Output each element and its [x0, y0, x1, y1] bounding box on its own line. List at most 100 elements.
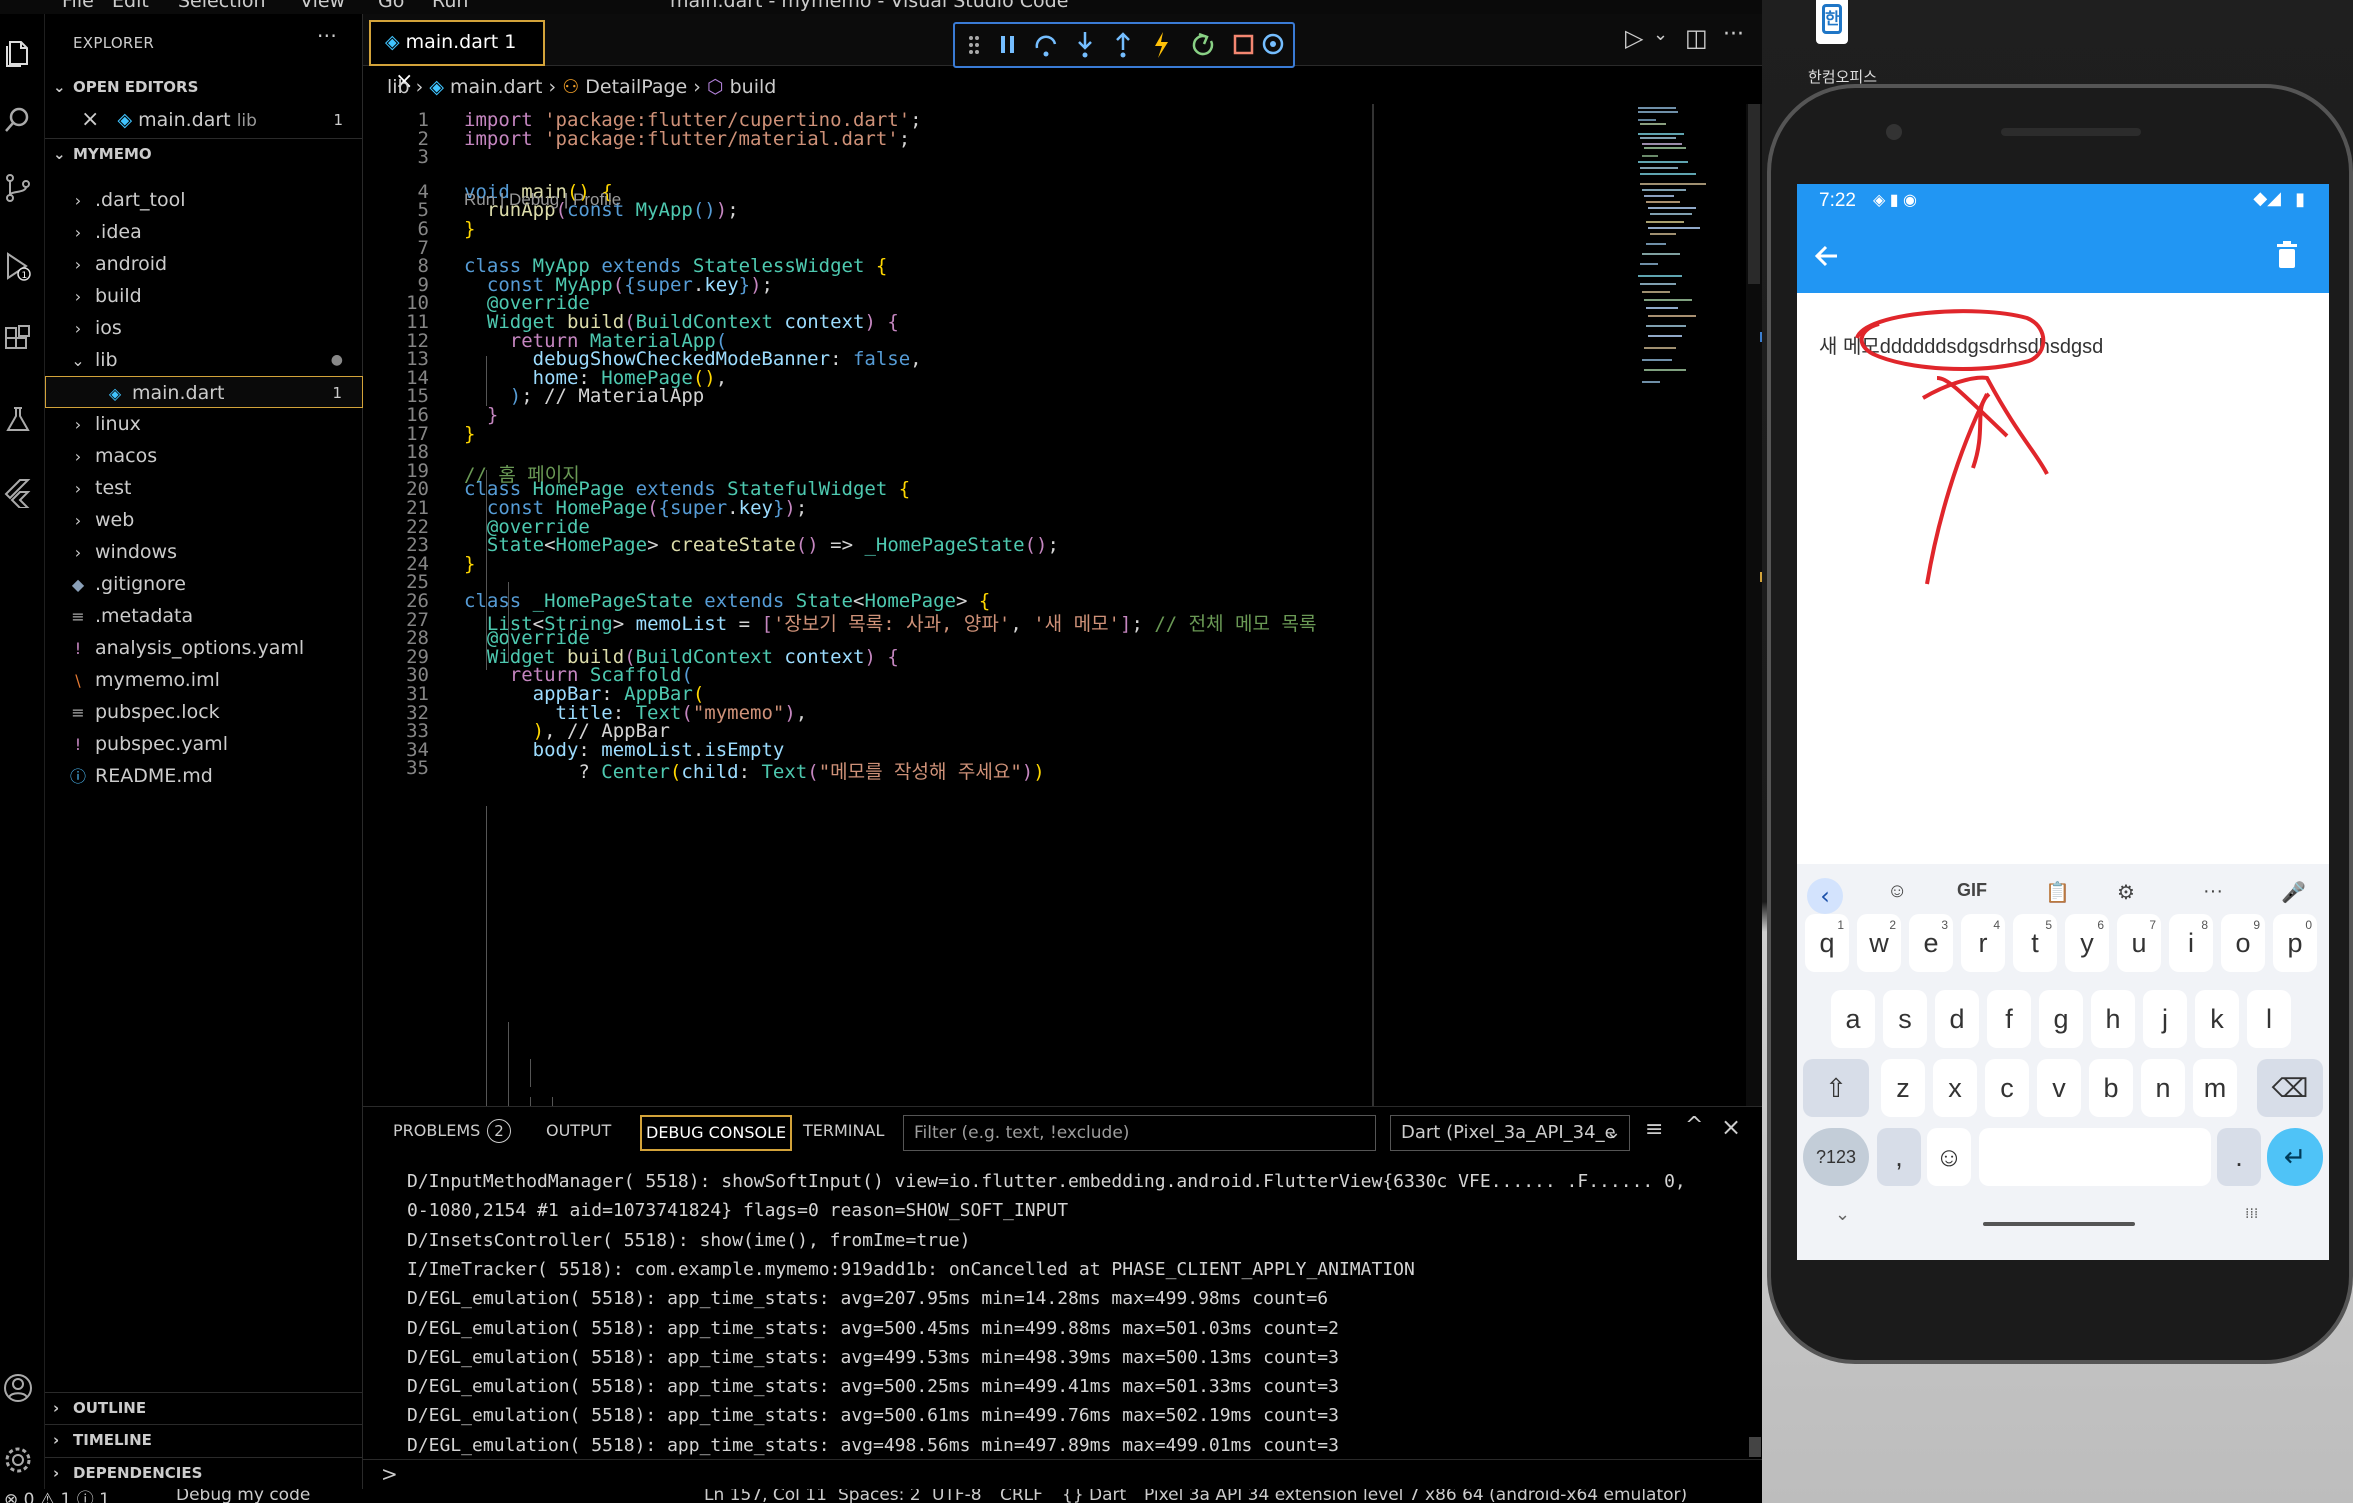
step-out-icon[interactable] [1116, 32, 1130, 58]
pause-icon[interactable] [1001, 36, 1014, 53]
breadcrumb-lib[interactable]: lib [387, 76, 410, 98]
key-e[interactable]: e3 [1909, 914, 1953, 972]
key-h[interactable]: h [2091, 990, 2135, 1048]
tree-item[interactable]: ! pubspec.yaml [45, 728, 363, 760]
tree-item[interactable]: › web [45, 504, 363, 536]
code-line[interactable]: import 'package:flutter/material.dart'; [464, 128, 910, 150]
gif-button[interactable]: GIF [1957, 880, 1987, 901]
stop-icon[interactable] [1233, 34, 1254, 55]
console-input[interactable]: > [363, 1459, 1762, 1489]
code-line[interactable]: List<String> memoList = ['장보기 목록: 사과, 양파… [464, 609, 1317, 636]
menu-view[interactable]: View [300, 0, 345, 12]
key-w[interactable]: w2 [1857, 914, 1901, 972]
outline-section[interactable]: › OUTLINE [45, 1392, 363, 1422]
editor-scrollbar[interactable] [1746, 104, 1762, 1106]
tab-terminal[interactable]: TERMINAL [803, 1121, 884, 1140]
tree-item[interactable]: ◆ .gitignore [45, 568, 363, 600]
symbols-key[interactable]: ?123 [1803, 1128, 1869, 1186]
key-n[interactable]: n [2141, 1059, 2185, 1117]
tree-item[interactable]: › .idea [45, 216, 363, 248]
key-s[interactable]: s [1883, 990, 1927, 1048]
run-debug-icon[interactable]: 1 [2, 250, 34, 282]
space-key[interactable] [1979, 1128, 2211, 1186]
tree-item[interactable]: › ios [45, 312, 363, 344]
tree-item[interactable]: › test [45, 472, 363, 504]
code-line[interactable]: } [464, 553, 475, 575]
tree-item[interactable]: › build [45, 280, 363, 312]
tab-output[interactable]: OUTPUT [546, 1121, 611, 1140]
restart-icon[interactable] [1192, 32, 1214, 56]
language-mode[interactable]: {} Dart [1062, 1489, 1126, 1503]
emulator-screen[interactable]: 7:22 ◈ ▮ ◉ ◆◢ ▮ 새 메모ddddddsdgsdrhsdhsdgs… [1797, 184, 2329, 1260]
debug-status[interactable]: Debug my code [176, 1489, 310, 1503]
key-x[interactable]: x [1933, 1059, 1977, 1117]
tree-item-main-dart[interactable]: ◈ main.dart 1 [45, 376, 363, 408]
code-line[interactable]: State<HomePage> createState() => _HomePa… [464, 534, 1059, 556]
search-icon[interactable] [2, 104, 34, 136]
tree-item[interactable]: ≡ .metadata [45, 600, 363, 632]
tree-item[interactable]: ⓘ README.md [45, 760, 363, 792]
source-control-icon[interactable] [2, 172, 34, 204]
backspace-key[interactable]: ⌫ [2257, 1059, 2323, 1117]
minimap[interactable] [1636, 104, 1746, 449]
device-selector[interactable]: Pixel 3a API 34 extension level 7 x86 64… [1144, 1489, 1687, 1503]
breadcrumb-class[interactable]: DetailPage [585, 76, 687, 98]
key-m[interactable]: m [2193, 1059, 2237, 1117]
key-j[interactable]: j [2143, 990, 2187, 1048]
tree-item[interactable]: \ mymemo.iml [45, 664, 363, 696]
menu-file[interactable]: File [62, 0, 94, 12]
open-editor-item[interactable]: × ◈ main.dart lib 1 [45, 104, 363, 136]
key-t[interactable]: t5 [2013, 914, 2057, 972]
enter-key[interactable]: ↵ [2267, 1128, 2323, 1186]
code-line[interactable]: } [464, 218, 475, 240]
key-v[interactable]: v [2037, 1059, 2081, 1117]
close-panel-icon[interactable]: × [1721, 1113, 1741, 1141]
tree-item[interactable]: › macos [45, 440, 363, 472]
key-f[interactable]: f [1987, 990, 2031, 1048]
step-into-icon[interactable] [1078, 32, 1092, 58]
codelens[interactable]: Run | Debug | Profile [464, 190, 621, 210]
open-editors-section[interactable]: ⌄ OPEN EDITORS [45, 72, 363, 102]
close-icon[interactable]: × [81, 107, 99, 132]
key-c[interactable]: c [1985, 1059, 2029, 1117]
project-section[interactable]: ⌄ MYMEMO [45, 138, 363, 168]
breadcrumb-method[interactable]: build [730, 76, 777, 98]
code-line[interactable]: ? Center(child: Text("메모를 작성해 주세요")) [464, 757, 1044, 784]
tab-debug-console[interactable]: DEBUG CONSOLE [640, 1115, 793, 1151]
emoji-key[interactable]: ☺ [1927, 1128, 1971, 1186]
key-p[interactable]: p0 [2273, 914, 2317, 972]
problems-status[interactable]: ⊗ 0 ⚠ 1 ⓘ 1 [4, 1489, 110, 1503]
timeline-section[interactable]: › TIMELINE [45, 1424, 363, 1454]
key-r[interactable]: r4 [1961, 914, 2005, 972]
account-icon[interactable] [2, 1372, 34, 1404]
key-z[interactable]: z [1881, 1059, 1925, 1117]
tab-main-dart[interactable]: ◈ main.dart 1 × [369, 20, 545, 94]
indentation[interactable]: Spaces: 2 [838, 1489, 921, 1503]
filter-input[interactable]: Filter (e.g. text, !exclude) [903, 1115, 1376, 1151]
delete-icon[interactable] [2275, 240, 2299, 270]
extensions-icon[interactable] [2, 324, 34, 356]
tree-item[interactable]: › linux [45, 408, 363, 440]
microphone-icon[interactable]: 🎤 [2281, 880, 2306, 905]
key-q[interactable]: q1 [1805, 914, 1849, 972]
comma-key[interactable]: , [1877, 1128, 1921, 1186]
debug-session-select[interactable]: Dart (Pixel_3a_API_34_e ⌄ [1390, 1115, 1630, 1151]
code-line[interactable]: } [464, 423, 475, 445]
key-d[interactable]: d [1935, 990, 1979, 1048]
tree-item[interactable]: › android [45, 248, 363, 280]
period-key[interactable]: . [2217, 1128, 2261, 1186]
menu-go[interactable]: Go [378, 0, 404, 12]
code-editor[interactable]: 1 import 'package:flutter/cupertino.dart'… [363, 104, 1373, 1106]
encoding[interactable]: UTF-8 [932, 1489, 982, 1503]
tree-item[interactable]: ! analysis_options.yaml [45, 632, 363, 664]
code-line[interactable]: ); // MaterialApp [464, 385, 704, 407]
hide-keyboard-icon[interactable]: ⌄ [1835, 1204, 1850, 1225]
key-o[interactable]: o9 [2221, 914, 2265, 972]
tree-item[interactable]: › .dart_tool [45, 184, 363, 216]
devtools-icon[interactable] [1262, 33, 1284, 55]
key-l[interactable]: l [2247, 990, 2291, 1048]
clear-console-icon[interactable]: ≡ [1645, 1117, 1663, 1142]
end-of-line[interactable]: CRLF [1000, 1489, 1043, 1503]
settings-gear-icon[interactable] [2, 1444, 34, 1476]
flutter-icon[interactable] [2, 476, 34, 508]
